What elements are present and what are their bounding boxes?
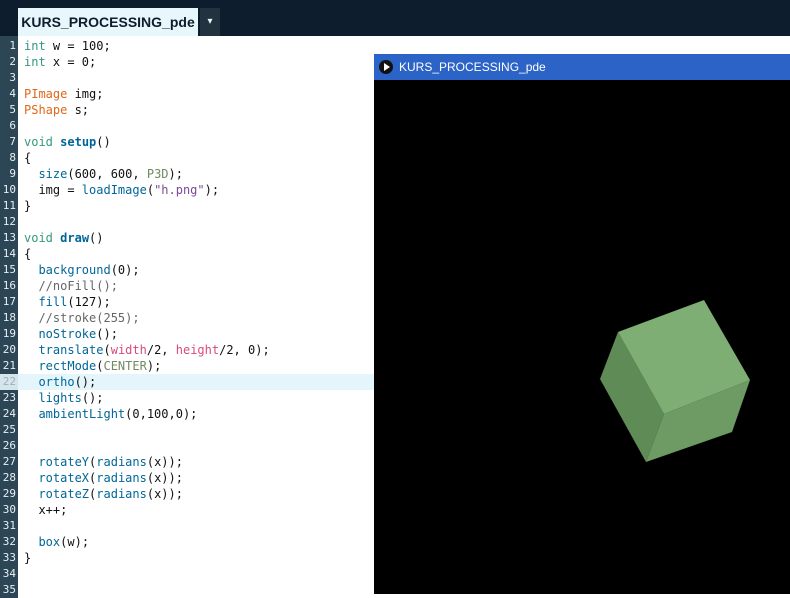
- line-number: 17: [2, 295, 16, 308]
- line-number: 6: [9, 119, 16, 132]
- line-number: 15: [2, 263, 16, 276]
- code-text: rectMode(CENTER);: [38, 359, 162, 373]
- line-number: 27: [2, 455, 16, 468]
- code-text: }: [24, 551, 32, 565]
- line-number: 24: [2, 407, 16, 420]
- line-number: 34: [2, 567, 16, 580]
- code-text: rotateX(radians(x));: [38, 471, 183, 485]
- line-number: 13: [2, 231, 16, 244]
- tab-label: KURS_PROCESSING_pde: [21, 14, 195, 30]
- line-number: 30: [2, 503, 16, 516]
- code-text: rotateZ(radians(x));: [38, 487, 183, 501]
- sketch-window-title: KURS_PROCESSING_pde: [399, 60, 546, 74]
- code-text: rotateY(radians(x));: [38, 455, 183, 469]
- line-number: 10: [2, 183, 16, 196]
- code-text: lights();: [38, 391, 104, 405]
- code-line[interactable]: 1 int w = 100;: [0, 38, 790, 54]
- code-text: size(600, 600, P3D);: [38, 167, 183, 181]
- tab-kurs-processing[interactable]: KURS_PROCESSING_pde: [18, 8, 198, 36]
- line-number: 25: [2, 423, 16, 436]
- code-text: PImage img;: [24, 87, 104, 101]
- code-text: //noFill();: [38, 279, 118, 293]
- code-text: noStroke();: [38, 327, 118, 341]
- line-number: 7: [9, 135, 16, 148]
- line-number: 23: [2, 391, 16, 404]
- code-text: img = loadImage("h.png");: [24, 183, 220, 197]
- line-number: 35: [2, 583, 16, 596]
- code-text: background(0);: [38, 263, 140, 277]
- code-text: int x = 0;: [24, 55, 97, 69]
- code-text: int w = 100;: [24, 39, 111, 53]
- line-number: 12: [2, 215, 16, 228]
- code-text: x++;: [24, 503, 68, 517]
- line-number: 21: [2, 359, 16, 372]
- cube-render: [600, 300, 750, 462]
- line-number: 29: [2, 487, 16, 500]
- code-text: void setup(): [24, 135, 111, 149]
- line-number: 5: [9, 103, 16, 116]
- line-number: 1: [9, 39, 16, 52]
- code-text: fill(127);: [38, 295, 111, 309]
- code-text: }: [24, 199, 32, 213]
- code-text: //stroke(255);: [38, 311, 140, 325]
- code-text: {: [24, 247, 32, 261]
- line-number: 19: [2, 327, 16, 340]
- line-number: 31: [2, 519, 16, 532]
- sketch-title-bar[interactable]: KURS_PROCESSING_pde: [374, 54, 790, 80]
- code-text: translate(width/2, height/2, 0);: [38, 343, 270, 357]
- line-number: 26: [2, 439, 16, 452]
- code-text: box(w);: [38, 535, 90, 549]
- line-number: 20: [2, 343, 16, 356]
- code-text: ambientLight(0,100,0);: [38, 407, 198, 421]
- line-number: 2: [9, 55, 16, 68]
- tab-menu-button[interactable]: ▾: [200, 8, 220, 36]
- code-text: void draw(): [24, 231, 104, 245]
- editor-header: KURS_PROCESSING_pde ▾: [0, 0, 790, 36]
- play-icon: [379, 60, 393, 74]
- sketch-window[interactable]: KURS_PROCESSING_pde: [374, 54, 790, 594]
- line-number: 33: [2, 551, 16, 564]
- chevron-down-icon: ▾: [207, 16, 213, 27]
- line-number: 16: [2, 279, 16, 292]
- line-number: 22: [2, 375, 16, 388]
- sketch-canvas[interactable]: [374, 80, 790, 594]
- line-number: 14: [2, 247, 16, 260]
- line-number: 32: [2, 535, 16, 548]
- code-text: PShape s;: [24, 103, 90, 117]
- line-number: 11: [2, 199, 16, 212]
- line-number: 3: [9, 71, 16, 84]
- line-number: 9: [9, 167, 16, 180]
- line-number: 28: [2, 471, 16, 484]
- code-text: {: [24, 151, 32, 165]
- line-number: 18: [2, 311, 16, 324]
- line-number: 4: [9, 87, 16, 100]
- line-number: 8: [9, 151, 16, 164]
- code-text: ortho();: [38, 375, 97, 389]
